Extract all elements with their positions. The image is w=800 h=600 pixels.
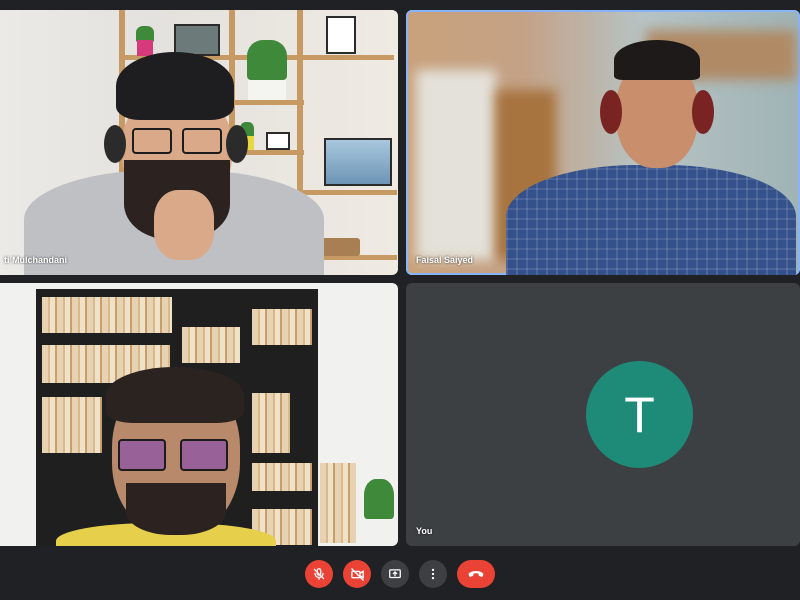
participant-video <box>0 10 398 275</box>
present-screen-icon <box>389 569 401 579</box>
call-controls <box>0 548 800 600</box>
headset-ear <box>104 125 126 163</box>
mic-toggle-button[interactable] <box>305 560 333 588</box>
headphone-ear <box>600 90 622 134</box>
more-vert-icon <box>431 568 435 580</box>
books <box>320 463 356 543</box>
person-turban <box>116 52 234 120</box>
plant <box>364 479 394 519</box>
books <box>182 327 240 363</box>
participant-tile-self[interactable]: T You <box>406 283 800 546</box>
books <box>42 397 102 453</box>
participant-name: Faisal Saiyed <box>416 255 474 265</box>
person-hand <box>154 190 214 260</box>
avatar: T <box>586 361 693 468</box>
books <box>42 297 172 333</box>
headphone-ear <box>692 90 714 134</box>
person-glasses <box>118 439 166 471</box>
participant-tile-3[interactable] <box>0 283 398 546</box>
person-hair <box>106 367 244 423</box>
end-call-icon <box>468 571 484 577</box>
more-options-button[interactable] <box>419 560 447 588</box>
books <box>252 309 312 345</box>
background-window <box>416 70 496 260</box>
camera-off-icon <box>350 567 364 581</box>
person-glasses <box>180 439 228 471</box>
books <box>252 463 312 491</box>
person-hair <box>614 40 700 80</box>
person-glasses <box>132 128 172 154</box>
participant-name: You <box>416 526 433 536</box>
camera-toggle-button[interactable] <box>343 560 371 588</box>
headset-ear <box>226 125 248 163</box>
mic-off-icon <box>313 568 325 580</box>
person-glasses <box>182 128 222 154</box>
present-button[interactable] <box>381 560 409 588</box>
participant-name: ti Mulchandani <box>4 255 67 265</box>
end-call-button[interactable] <box>457 560 495 588</box>
participant-tile-1[interactable]: ti Mulchandani <box>0 10 398 275</box>
person-beard <box>126 483 226 535</box>
person-shirt <box>506 165 796 275</box>
meeting-stage: ti Mulchandani Faisal Saiyed T You <box>0 0 800 600</box>
books <box>252 393 290 453</box>
participant-tile-2[interactable]: Faisal Saiyed <box>406 10 800 275</box>
